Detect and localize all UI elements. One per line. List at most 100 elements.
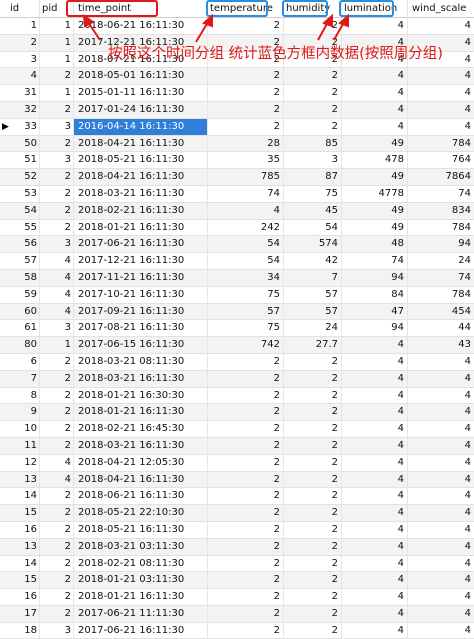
- cell-wind-scale[interactable]: 784: [408, 220, 474, 236]
- cell-time-point[interactable]: 2018-02-21 16:45:30: [74, 421, 208, 437]
- cell-humidity[interactable]: 2: [284, 118, 342, 135]
- table-row[interactable]: 55 2 2018-01-21 16:11:30 242 54 49 784: [0, 219, 474, 237]
- cell-lumination[interactable]: 47: [342, 303, 408, 320]
- cell-humidity[interactable]: 2: [284, 521, 342, 538]
- table-row[interactable]: 17 2 2017-06-21 11:11:30 2 2 4 4: [0, 605, 474, 623]
- cell-lumination[interactable]: 49: [342, 219, 408, 236]
- cell-id[interactable]: 6: [0, 353, 40, 370]
- cell-pid[interactable]: 2: [40, 387, 74, 404]
- cell-humidity[interactable]: 2: [284, 85, 342, 101]
- cell-time-point[interactable]: 2017-08-21 16:11:30: [74, 320, 208, 337]
- cell-wind-scale[interactable]: 7864: [408, 169, 474, 185]
- cell-time-point[interactable]: 2018-04-21 16:11:30: [74, 169, 208, 185]
- cell-id[interactable]: 12: [0, 454, 40, 471]
- cell-humidity[interactable]: 7: [284, 269, 342, 286]
- cell-temperature[interactable]: 34: [208, 269, 284, 286]
- cell-pid[interactable]: 3: [40, 152, 74, 169]
- cell-temperature[interactable]: 2: [208, 572, 284, 589]
- cell-temperature[interactable]: 2: [208, 538, 284, 555]
- cell-lumination[interactable]: 4: [342, 589, 408, 605]
- cell-wind-scale[interactable]: 24: [408, 253, 474, 269]
- cell-lumination[interactable]: 49: [342, 169, 408, 185]
- cell-time-point[interactable]: 2017-01-24 16:11:30: [74, 101, 208, 118]
- cell-id[interactable]: 56: [0, 236, 40, 253]
- cell-time-point[interactable]: 2016-04-14 16:11:30: [74, 118, 208, 135]
- cell-lumination[interactable]: 4: [342, 404, 408, 421]
- cell-wind-scale[interactable]: 94: [408, 236, 474, 252]
- cell-wind-scale[interactable]: 4: [408, 623, 474, 639]
- cell-humidity[interactable]: 2: [284, 437, 342, 454]
- cell-time-point[interactable]: 2017-12-21 16:11:30: [74, 253, 208, 269]
- cell-pid[interactable]: 2: [40, 370, 74, 387]
- cell-pid[interactable]: 4: [40, 303, 74, 320]
- cell-lumination[interactable]: 4: [342, 605, 408, 622]
- cell-pid[interactable]: 2: [40, 538, 74, 555]
- cell-pid[interactable]: 2: [40, 135, 74, 152]
- table-row[interactable]: 13 4 2018-04-21 16:11:30 2 2 4 4: [0, 471, 474, 489]
- cell-wind-scale[interactable]: 4: [408, 102, 474, 118]
- table-row[interactable]: 58 4 2017-11-21 16:11:30 34 7 94 74: [0, 269, 474, 287]
- cell-time-point[interactable]: 2017-11-21 16:11:30: [74, 269, 208, 286]
- cell-temperature[interactable]: 2: [208, 101, 284, 118]
- cell-temperature[interactable]: 54: [208, 253, 284, 269]
- cell-lumination[interactable]: 4: [342, 505, 408, 521]
- cell-pid[interactable]: 2: [40, 101, 74, 118]
- cell-id[interactable]: 14: [0, 488, 40, 505]
- cell-wind-scale[interactable]: 4: [408, 472, 474, 488]
- cell-temperature[interactable]: 785: [208, 169, 284, 185]
- cell-id[interactable]: 54: [0, 202, 40, 219]
- cell-temperature[interactable]: 742: [208, 337, 284, 353]
- table-row[interactable]: 60 4 2017-09-21 16:11:30 57 57 47 454: [0, 303, 474, 321]
- cell-humidity[interactable]: 2: [284, 488, 342, 505]
- cell-humidity[interactable]: 2: [284, 622, 342, 639]
- cell-pid[interactable]: 2: [40, 353, 74, 370]
- table-row[interactable]: 59 4 2017-10-21 16:11:30 75 57 84 784: [0, 286, 474, 304]
- cell-humidity[interactable]: 24: [284, 320, 342, 337]
- cell-wind-scale[interactable]: 4: [408, 85, 474, 101]
- cell-time-point[interactable]: 2018-05-21 22:10:30: [74, 505, 208, 521]
- cell-time-point[interactable]: 2018-01-21 16:30:30: [74, 387, 208, 404]
- cell-humidity[interactable]: 2: [284, 538, 342, 555]
- cell-temperature[interactable]: 2: [208, 85, 284, 101]
- cell-pid[interactable]: 2: [40, 555, 74, 572]
- cell-lumination[interactable]: 4: [342, 454, 408, 471]
- cell-lumination[interactable]: 49: [342, 135, 408, 152]
- cell-lumination[interactable]: 84: [342, 286, 408, 303]
- cell-id[interactable]: 16: [0, 521, 40, 538]
- cell-temperature[interactable]: 75: [208, 286, 284, 303]
- cell-humidity[interactable]: 75: [284, 185, 342, 202]
- cell-humidity[interactable]: 2: [284, 454, 342, 471]
- cell-humidity[interactable]: 2: [284, 404, 342, 421]
- table-row[interactable]: 12 4 2018-04-21 12:05:30 2 2 4 4: [0, 454, 474, 472]
- cell-lumination[interactable]: 4: [342, 538, 408, 555]
- cell-lumination[interactable]: 94: [342, 320, 408, 337]
- cell-wind-scale[interactable]: 44: [408, 320, 474, 336]
- cell-pid[interactable]: 2: [40, 404, 74, 421]
- table-row[interactable]: 32 2 2017-01-24 16:11:30 2 2 4 4: [0, 101, 474, 119]
- table-row[interactable]: 14 2 2018-02-21 08:11:30 2 2 4 4: [0, 555, 474, 573]
- cell-pid[interactable]: 2: [40, 219, 74, 236]
- cell-time-point[interactable]: 2018-03-21 08:11:30: [74, 353, 208, 370]
- cell-lumination[interactable]: 4: [342, 622, 408, 639]
- cell-pid[interactable]: 3: [40, 236, 74, 253]
- cell-pid[interactable]: 3: [40, 320, 74, 337]
- table-row[interactable]: 10 2 2018-02-21 16:45:30 2 2 4 4: [0, 421, 474, 438]
- cell-time-point[interactable]: 2017-09-21 16:11:30: [74, 303, 208, 320]
- cell-id[interactable]: 15: [0, 505, 40, 521]
- cell-humidity[interactable]: 2: [284, 505, 342, 521]
- cell-temperature[interactable]: 2: [208, 421, 284, 437]
- cell-time-point[interactable]: 2018-04-21 16:11:30: [74, 471, 208, 488]
- cell-time-point[interactable]: 2018-01-21 03:11:30: [74, 572, 208, 589]
- cell-id[interactable]: 11: [0, 437, 40, 454]
- cell-time-point[interactable]: 2017-06-21 16:11:30: [74, 236, 208, 253]
- cell-temperature[interactable]: 2: [208, 505, 284, 521]
- cell-id[interactable]: 80: [0, 337, 40, 353]
- cell-id[interactable]: 52: [0, 169, 40, 185]
- cell-time-point[interactable]: 2018-05-21 16:11:30: [74, 521, 208, 538]
- cell-wind-scale[interactable]: 784: [408, 136, 474, 152]
- cell-lumination[interactable]: 4: [342, 572, 408, 589]
- cell-time-point[interactable]: 2018-03-21 03:11:30: [74, 538, 208, 555]
- cell-temperature[interactable]: 2: [208, 118, 284, 135]
- table-row[interactable]: 56 3 2017-06-21 16:11:30 54 574 48 94: [0, 236, 474, 254]
- cell-time-point[interactable]: 2018-04-21 12:05:30: [74, 454, 208, 471]
